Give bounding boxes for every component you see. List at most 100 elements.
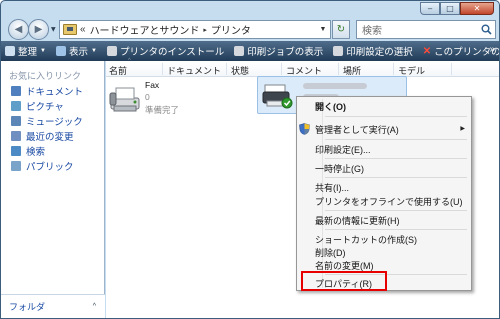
column-header-row: 名前 ^ ドキュメント 状態 コメント 場所 モデル bbox=[106, 58, 499, 77]
organize-label: 整理 bbox=[18, 47, 38, 58]
column-divider[interactable] bbox=[338, 63, 339, 75]
favorite-link-recently-changed[interactable]: 最近の変更 bbox=[1, 128, 104, 143]
delete-x-icon: ✕ bbox=[422, 45, 432, 57]
pictures-icon bbox=[11, 100, 21, 111]
favorite-link-label: 検索 bbox=[26, 146, 46, 158]
fax-name: Fax bbox=[145, 80, 160, 90]
favorite-link-documents[interactable]: ドキュメント bbox=[1, 83, 104, 98]
chevron-down-icon: ▼ bbox=[90, 48, 97, 54]
address-overflow-chevron[interactable]: « bbox=[80, 24, 86, 35]
organize-button[interactable]: 整理 ▼ bbox=[5, 44, 46, 58]
folders-label: フォルダ bbox=[9, 302, 46, 312]
menu-separator bbox=[325, 139, 467, 140]
select-printing-preferences-button[interactable]: 印刷設定の選択 bbox=[333, 44, 413, 58]
menu-separator bbox=[325, 229, 467, 230]
sort-up-icon: ^ bbox=[128, 58, 131, 64]
favorite-link-public[interactable]: パブリック bbox=[1, 158, 104, 173]
search-box[interactable]: 検索 bbox=[356, 20, 496, 39]
favorite-link-music[interactable]: ミュージック bbox=[1, 113, 104, 128]
submenu-arrow-icon: ▶ bbox=[460, 126, 465, 132]
printing-preferences-icon bbox=[333, 46, 344, 56]
minimize-button[interactable]: ‒ bbox=[420, 2, 440, 15]
toolbar-overflow-button[interactable]: » bbox=[489, 44, 495, 55]
menu-item-open[interactable]: 開く(O) bbox=[315, 99, 346, 113]
column-divider[interactable] bbox=[281, 63, 282, 75]
add-printer-label: プリンタのインストール bbox=[119, 47, 225, 58]
fax-status: 準備完了 bbox=[145, 105, 180, 115]
menu-separator bbox=[325, 158, 467, 159]
menu-item-sharing[interactable]: 共有(I)... bbox=[315, 180, 349, 194]
window-controls: ‒ □ ✕ bbox=[420, 2, 494, 15]
menu-item-create-shortcut[interactable]: ショートカットの作成(S) bbox=[315, 232, 417, 246]
fax-printer-item[interactable]: Fax 0 準備完了 bbox=[108, 78, 248, 120]
views-label: 表示 bbox=[68, 47, 88, 58]
properties-highlight-box bbox=[301, 271, 387, 291]
public-icon bbox=[11, 160, 21, 171]
chevron-down-icon: ▼ bbox=[40, 48, 46, 54]
forward-arrow-icon: ▶ bbox=[34, 24, 43, 35]
column-divider[interactable] bbox=[162, 63, 163, 75]
printers-folder-icon bbox=[63, 24, 77, 35]
organize-icon bbox=[5, 46, 15, 56]
favorite-link-label: 最近の変更 bbox=[26, 131, 74, 143]
favorite-link-label: パブリック bbox=[26, 161, 74, 173]
delete-printer-button[interactable]: ✕ このプリンタの削除 bbox=[422, 44, 499, 59]
menu-item-pause[interactable]: 一時停止(G) bbox=[315, 161, 364, 175]
favorite-link-searches[interactable]: 検索 bbox=[1, 143, 104, 158]
select-printing-preferences-label: 印刷設定の選択 bbox=[346, 47, 413, 58]
search-icon[interactable] bbox=[478, 21, 495, 38]
column-name[interactable]: 名前 bbox=[109, 64, 127, 77]
folders-toggle[interactable]: フォルダ ^ bbox=[1, 294, 105, 318]
menu-item-rename[interactable]: 名前の変更(M) bbox=[315, 258, 374, 272]
menu-separator bbox=[325, 210, 467, 211]
recent-pages-dropdown[interactable]: ▼ bbox=[51, 26, 56, 33]
printer-icon bbox=[106, 46, 117, 56]
menu-item-refresh[interactable]: 最新の情報に更新(H) bbox=[315, 213, 400, 227]
views-button[interactable]: 表示 ▼ bbox=[55, 44, 97, 58]
see-print-queue-button[interactable]: 印刷ジョブの表示 bbox=[234, 44, 323, 58]
menu-item-printing-preferences[interactable]: 印刷設定(E)... bbox=[315, 142, 371, 156]
default-printer-icon bbox=[262, 84, 293, 109]
address-dropdown[interactable]: ▼ bbox=[316, 26, 330, 33]
back-arrow-icon: ◀ bbox=[14, 24, 23, 35]
search-input[interactable]: 検索 bbox=[362, 22, 382, 37]
close-button[interactable]: ✕ bbox=[460, 2, 494, 15]
search-folder-icon bbox=[11, 145, 21, 156]
forward-button[interactable]: ▶ bbox=[28, 19, 49, 40]
column-divider[interactable] bbox=[226, 63, 227, 75]
favorite-link-pictures[interactable]: ピクチャ bbox=[1, 98, 104, 113]
context-menu: 開く(O) 管理者として実行(A) ▶ 印刷設定(E)... 一時停止(G) 共… bbox=[296, 96, 472, 291]
refresh-button[interactable]: ↻ bbox=[332, 20, 350, 39]
back-button[interactable]: ◀ bbox=[8, 19, 29, 40]
menu-separator bbox=[325, 116, 467, 117]
breadcrumb-separator[interactable]: ▸ bbox=[203, 26, 207, 34]
breadcrumb-printers[interactable]: プリンタ bbox=[211, 22, 251, 37]
fax-document-count: 0 bbox=[145, 92, 150, 102]
refresh-icon: ↻ bbox=[336, 24, 346, 35]
favorite-links-header: お気に入りリンク bbox=[9, 71, 82, 81]
breadcrumb-hardware-sound[interactable]: ハードウェアとサウンド bbox=[90, 22, 200, 37]
column-status[interactable]: 状態 bbox=[231, 64, 249, 77]
uac-shield-icon bbox=[299, 123, 310, 135]
menu-item-delete[interactable]: 削除(D) bbox=[315, 245, 346, 259]
address-bar[interactable]: « ハードウェアとサウンド ▸ プリンタ ▼ bbox=[59, 20, 331, 39]
command-bar: 整理 ▼ 表示 ▼ プリンタのインストール 印刷ジョブの表示 印刷設定の選択 ✕… bbox=[1, 41, 499, 61]
redacted-printer-name bbox=[303, 83, 367, 89]
add-printer-button[interactable]: プリンタのインストール bbox=[106, 44, 225, 58]
menu-item-use-printer-offline[interactable]: プリンタをオフラインで使用する(U) bbox=[315, 194, 463, 208]
column-divider[interactable] bbox=[451, 63, 452, 75]
menu-item-run-as-administrator[interactable]: 管理者として実行(A) bbox=[315, 122, 399, 136]
column-documents[interactable]: ドキュメント bbox=[167, 64, 221, 77]
maximize-button[interactable]: □ bbox=[440, 2, 460, 15]
favorite-link-label: ドキュメント bbox=[26, 86, 84, 98]
views-icon bbox=[55, 46, 66, 56]
navigation-pane: お気に入りリンク ドキュメント ピクチャ ミュージック 最近の変更 検索 パブリ… bbox=[1, 61, 105, 294]
column-divider[interactable] bbox=[393, 63, 394, 75]
favorite-link-label: ピクチャ bbox=[26, 101, 64, 113]
recent-changes-icon bbox=[11, 130, 21, 141]
music-icon bbox=[11, 115, 21, 126]
documents-icon bbox=[11, 85, 21, 96]
favorite-link-label: ミュージック bbox=[26, 116, 83, 128]
print-queue-icon bbox=[234, 46, 245, 56]
chevron-up-icon: ^ bbox=[92, 303, 96, 310]
